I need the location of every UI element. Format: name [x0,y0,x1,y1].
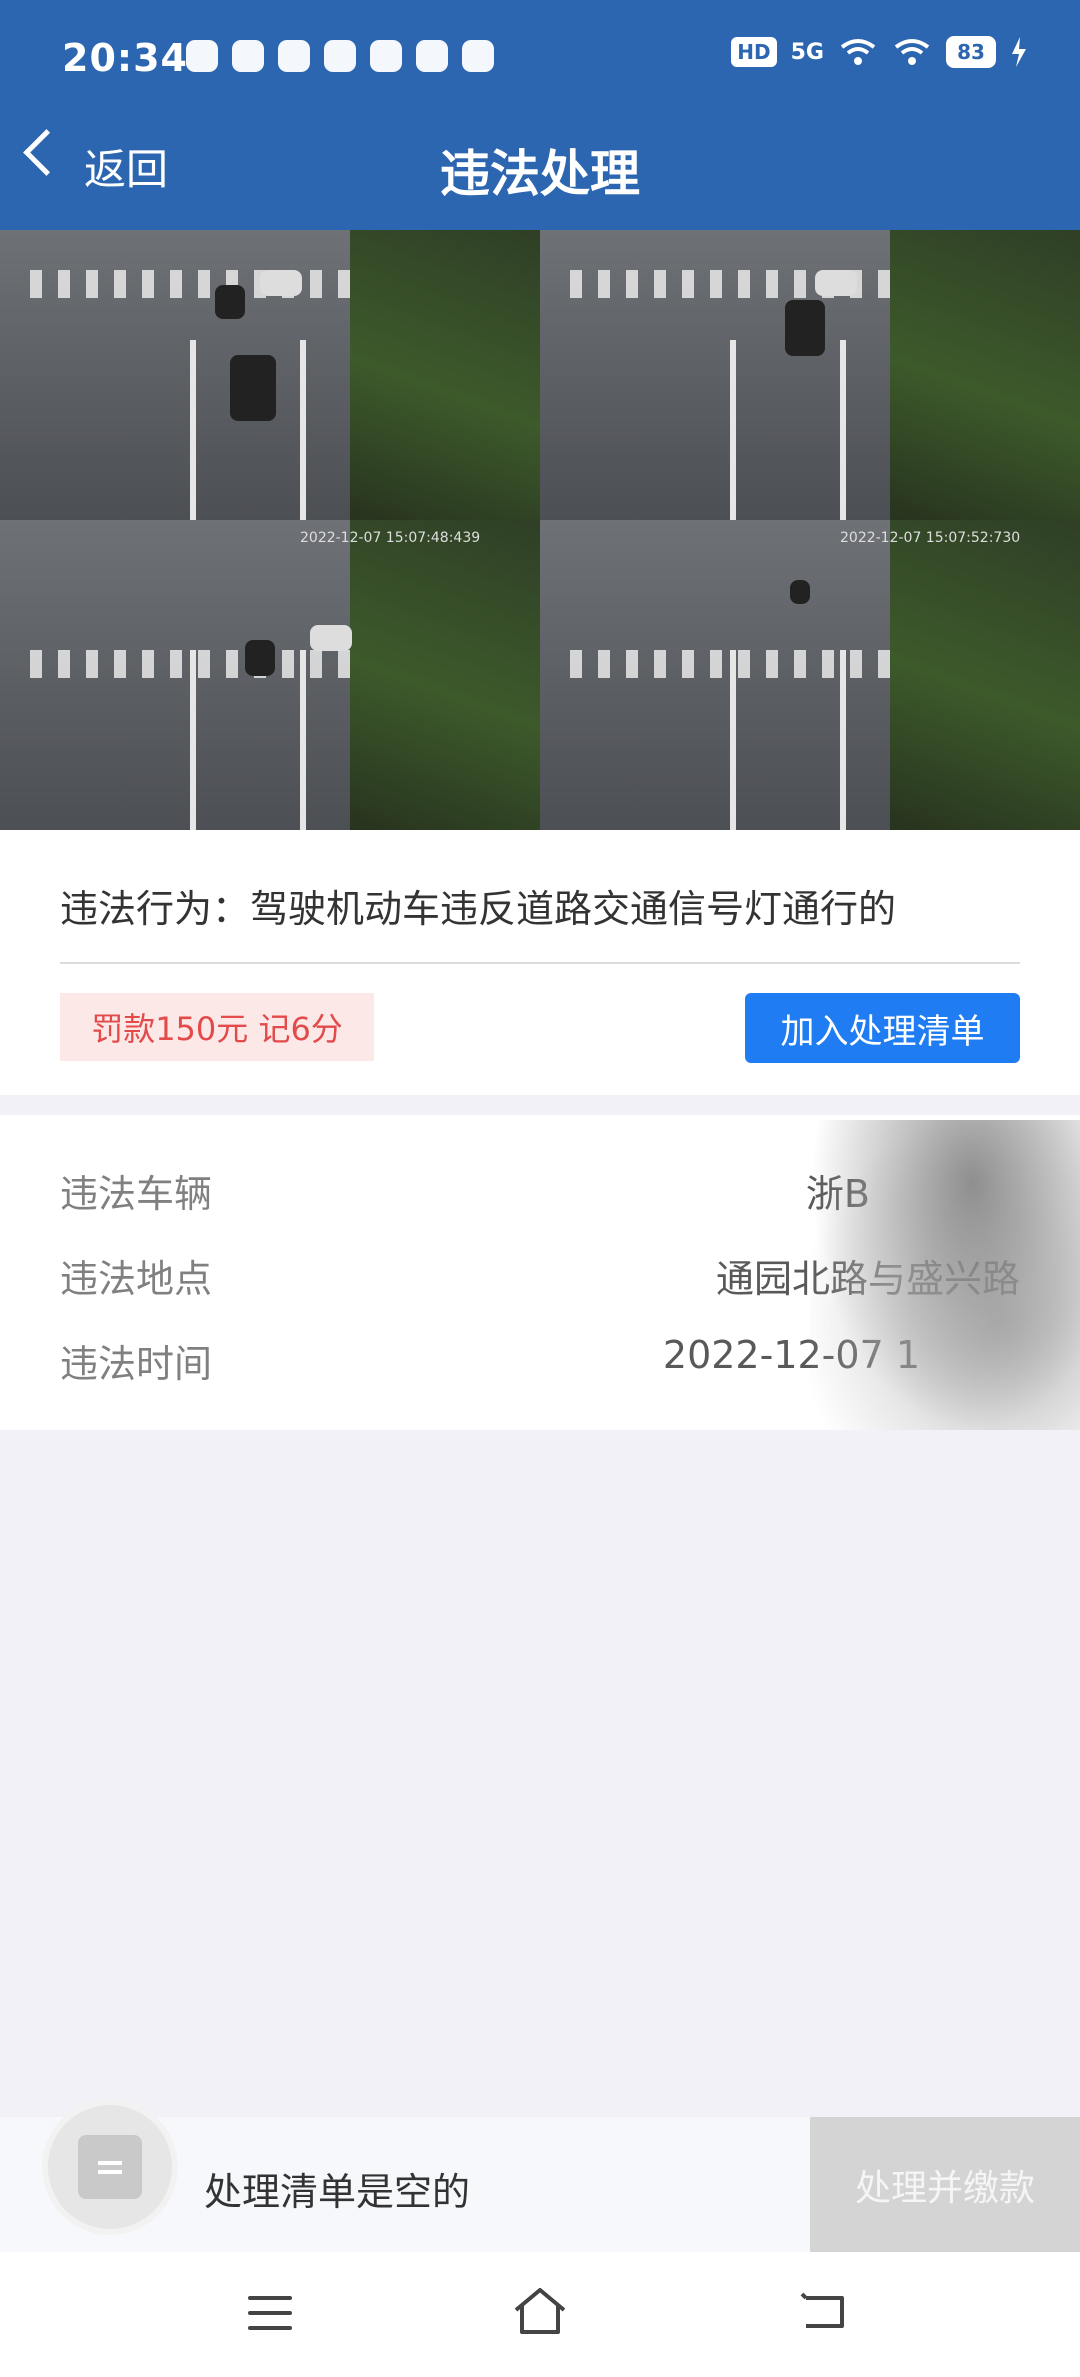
detail-value: 浙B [805,1172,870,1216]
detail-value: 通园北路与盛兴路 [715,1257,1020,1301]
photo-timestamp: 2022-12-07 15:07:52:730 [840,530,1021,546]
detail-row-time: 违法时间 2022-12-07 1 [60,1333,1020,1403]
status-right: HD 5G 83 [731,36,1028,68]
browser-icon [416,40,448,72]
add-to-list-button[interactable]: 加入处理清单 [745,993,1020,1063]
evidence-photo[interactable] [540,230,1080,520]
app-icon [278,40,310,72]
process-and-pay-button[interactable]: 处理并缴款 [810,2117,1080,2252]
detail-label: 违法地点 [60,1257,213,1301]
page-title: 违法处理 [440,145,640,203]
app-header: 20:34 HD 5G 83 返回 违法处理 [0,0,1080,230]
battery-indicator: 83 [946,36,996,68]
evidence-photos: 2022-12-07 15:07:48:439 2022-12-07 15:07… [0,230,1080,830]
detail-row-vehicle: 违法车辆 浙B [60,1163,1020,1233]
evidence-photo[interactable] [0,230,540,520]
detail-label: 违法车辆 [60,1172,213,1216]
home-icon[interactable] [512,2286,568,2336]
system-nav-bar [0,2252,1080,2377]
empty-list-text: 处理清单是空的 [204,2170,471,2214]
message-icon [370,40,402,72]
status-time: 20:34 [62,36,188,80]
evidence-photo[interactable]: 2022-12-07 15:07:52:730 [540,520,1080,830]
photo-timestamp: 2022-12-07 15:07:48:439 [300,530,481,546]
detail-row-location: 违法地点 通园北路与盛兴路 [60,1248,1020,1318]
evidence-photo[interactable]: 2022-12-07 15:07:48:439 [0,520,540,830]
divider [60,962,1020,964]
network-label: 5G [790,39,824,65]
violation-details: 违法车辆 浙B 违法地点 通园北路与盛兴路 违法时间 2022-12-07 1 [0,1115,1080,1430]
processing-list-button[interactable] [48,2105,172,2229]
hd-badge: HD [731,37,777,67]
bottom-action-bar: 处理清单是空的 处理并缴款 [0,2105,1080,2252]
video-icon [462,40,494,72]
menu-icon[interactable] [248,2296,292,2330]
app-icon [232,40,264,72]
back-icon[interactable] [800,2292,848,2332]
wifi-icon [840,39,876,65]
violation-behavior: 违法行为：驾驶机动车违反道路交通信号灯通行的 [60,887,897,931]
charging-icon [1012,37,1026,67]
capcut-icon [324,40,356,72]
list-icon [78,2135,142,2199]
wechat-icon [186,40,218,72]
detail-value: 2022-12-07 1 [662,1333,920,1377]
violation-card: 违法行为：驾驶机动车违反道路交通信号灯通行的 罚款150元 记6分 加入处理清单 [0,830,1080,1095]
detail-label: 违法时间 [60,1342,213,1386]
wifi-icon [894,39,930,65]
fine-badge: 罚款150元 记6分 [60,993,374,1061]
notification-icons [186,40,494,72]
